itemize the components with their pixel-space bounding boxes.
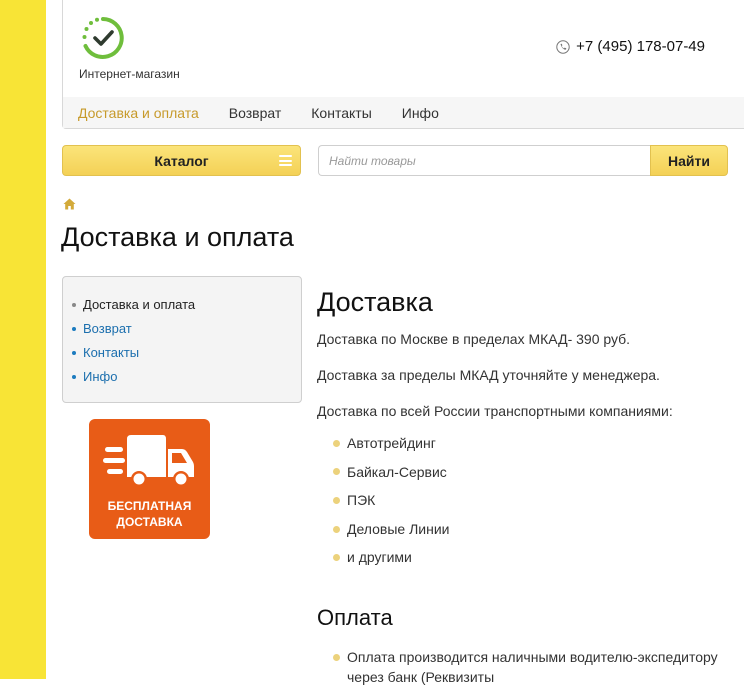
phone-icon [556, 39, 570, 54]
nav-item-returns[interactable]: Возврат [229, 105, 282, 121]
list-item: Автотрейдинг [317, 429, 744, 458]
bullet-dot [333, 439, 340, 447]
banner-line: ДОСТАВКА [116, 515, 183, 529]
truck-icon [103, 435, 194, 487]
bullet-dot [333, 496, 340, 504]
bullet-dot [72, 327, 76, 331]
check-circle-icon[interactable] [81, 16, 125, 60]
paragraph: Доставка по всей России транспортными ко… [317, 403, 673, 419]
payment-list: Оплата производится наличными водителю-э… [317, 647, 744, 687]
logo-caption: Интернет-магазин [79, 67, 180, 81]
paragraph: Доставка за пределы МКАД уточняйте у мен… [317, 367, 660, 383]
list-item-label: и другими [347, 549, 412, 566]
sidebar-item-label[interactable]: Контакты [83, 341, 139, 365]
search-button[interactable]: Найти [650, 145, 728, 176]
sidebar-item-label[interactable]: Инфо [83, 365, 117, 389]
payment-line: через банк (Реквизиты [347, 669, 495, 685]
list-item-label: Деловые Линии [347, 520, 450, 537]
delivery-heading: Доставка [317, 287, 433, 317]
list-item: ПЭК [317, 486, 744, 515]
search-input[interactable] [318, 145, 654, 176]
left-accent-bar [0, 0, 46, 679]
catalog-label: Каталог [154, 152, 209, 169]
payment-text: Оплата производится наличными водителю-э… [347, 647, 718, 687]
list-item-label: Байкал-Сервис [347, 463, 447, 480]
main-content: Доставка Доставка по Москве в пределах М… [317, 283, 744, 685]
page-title: Доставка и оплата [61, 222, 294, 252]
bullet-dot [72, 375, 76, 379]
nav-item-contacts[interactable]: Контакты [311, 105, 371, 121]
bullet-dot [72, 303, 76, 307]
phone-block[interactable]: +7 (495) 178-07-49 [556, 38, 705, 55]
list-item: Деловые Линии [317, 515, 744, 544]
paragraph: Доставка по Москве в пределах МКАД- 390 … [317, 331, 631, 347]
companies-list: Автотрейдинг Байкал-Сервис ПЭК Деловые Л… [317, 429, 744, 572]
bullet-dot [333, 554, 340, 562]
bullet-dot [72, 351, 76, 355]
sidebar-item-info[interactable]: Инфо [63, 365, 301, 389]
nav-item-info[interactable]: Инфо [402, 105, 439, 121]
banner-text: БЕСПЛАТНАЯ ДОСТАВКА [89, 498, 210, 530]
sidebar-item-returns[interactable]: Возврат [63, 317, 301, 341]
bullet-dot [333, 654, 340, 661]
sidebar-item-label[interactable]: Возврат [83, 317, 132, 341]
list-item-label: ПЭК [347, 492, 376, 509]
payment-heading: Оплата [317, 605, 393, 630]
sidebar-item-contacts[interactable]: Контакты [63, 341, 301, 365]
phone-number: +7 (495) 178-07-49 [576, 38, 705, 55]
page: Интернет-магазин +7 (495) 178-07-49 Дост… [46, 0, 744, 685]
banner-line: БЕСПЛАТНАЯ [107, 499, 192, 513]
catalog-button[interactable]: Каталог [62, 145, 301, 176]
sidebar: Доставка и оплата Возврат Контакты Инфо [62, 276, 302, 403]
list-item: Байкал-Сервис [317, 458, 744, 487]
bullet-dot [333, 525, 340, 533]
list-item: Оплата производится наличными водителю-э… [317, 647, 744, 687]
list-item-label: Автотрейдинг [347, 435, 436, 451]
payment-line: Оплата производится наличными водителю-э… [347, 649, 718, 665]
sidebar-item-label: Доставка и оплата [83, 297, 196, 312]
top-nav: Доставка и оплата Возврат Контакты Инфо [63, 97, 744, 128]
home-icon[interactable] [63, 198, 76, 210]
list-item: и другими [317, 543, 744, 572]
sidebar-item-delivery[interactable]: Доставка и оплата [63, 293, 301, 317]
header: Интернет-магазин +7 (495) 178-07-49 Дост… [62, 0, 744, 129]
free-delivery-banner[interactable]: БЕСПЛАТНАЯ ДОСТАВКА [89, 419, 210, 539]
burger-icon [279, 155, 292, 166]
nav-item-delivery[interactable]: Доставка и оплата [78, 105, 199, 121]
bullet-dot [333, 468, 340, 476]
